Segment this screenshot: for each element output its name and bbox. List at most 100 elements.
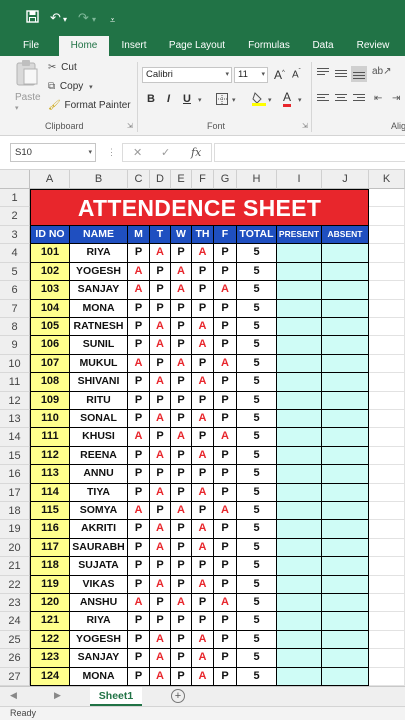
align-center-icon[interactable] [335, 94, 347, 104]
format-painter-row[interactable]: 🖌 Format Painter [48, 100, 131, 111]
attendance-cell[interactable]: P [171, 465, 192, 484]
attendance-cell[interactable]: P [214, 262, 237, 282]
absent-cell[interactable] [322, 336, 369, 355]
redo-dropdown-icon[interactable]: ▾ [92, 12, 96, 28]
attendance-cell[interactable]: P [214, 446, 237, 466]
row-header[interactable]: 9 [0, 336, 30, 355]
row-header[interactable]: 14 [0, 428, 30, 447]
row-header[interactable]: 17 [0, 483, 30, 502]
select-all-corner[interactable] [0, 170, 30, 189]
column-header-f[interactable]: F [192, 170, 214, 189]
attendance-cell[interactable]: A [214, 594, 237, 613]
attendance-cell[interactable]: A [150, 318, 171, 337]
grid-cell[interactable] [369, 557, 405, 576]
total-cell[interactable]: 5 [237, 428, 277, 447]
total-cell[interactable]: 5 [237, 262, 277, 282]
id-cell[interactable]: 105 [30, 318, 70, 337]
font-color-icon[interactable]: A [283, 91, 292, 107]
grid-cell[interactable] [369, 520, 405, 539]
tab-review[interactable]: Review [352, 36, 394, 56]
font-size-select[interactable]: 11 ▾ [234, 67, 268, 83]
name-cell[interactable]: SANJAY [70, 281, 128, 300]
present-cell[interactable] [277, 575, 322, 594]
column-header-d[interactable]: D [150, 170, 171, 189]
attendance-cell[interactable]: P [214, 244, 237, 263]
row-header[interactable]: 22 [0, 575, 30, 594]
grid-cell[interactable] [369, 299, 405, 318]
sheet-title[interactable]: ATTENDENCE SHEET [30, 189, 369, 226]
grid-cell[interactable] [369, 446, 405, 466]
attendance-cell[interactable]: P [128, 667, 150, 686]
attendance-cell[interactable]: P [150, 281, 171, 300]
italic-button[interactable]: I [167, 93, 170, 105]
grid-cell[interactable] [369, 483, 405, 502]
attendance-cell[interactable]: P [214, 318, 237, 337]
attendance-cell[interactable]: P [171, 575, 192, 594]
grid-cell[interactable] [369, 281, 405, 300]
attendance-cell[interactable]: P [214, 575, 237, 594]
attendance-cell[interactable]: P [171, 483, 192, 502]
more-options-icon[interactable]: ⋮ [107, 147, 116, 158]
column-header-e[interactable]: E [171, 170, 192, 189]
attendance-cell[interactable]: P [192, 281, 214, 300]
attendance-cell[interactable]: P [214, 410, 237, 429]
id-cell[interactable]: 103 [30, 281, 70, 300]
attendance-cell[interactable]: A [192, 520, 214, 539]
grid-cell[interactable] [369, 465, 405, 484]
absent-cell[interactable] [322, 428, 369, 447]
row-header[interactable]: 23 [0, 594, 30, 613]
copy-row[interactable]: ⧉ Copy ▾ [48, 81, 93, 92]
absent-cell[interactable] [322, 244, 369, 263]
attendance-cell[interactable]: P [150, 299, 171, 318]
attendance-cell[interactable]: A [150, 538, 171, 558]
attendance-cell[interactable]: A [171, 281, 192, 300]
attendance-cell[interactable]: A [214, 354, 237, 374]
total-cell[interactable]: 5 [237, 557, 277, 576]
attendance-cell[interactable]: P [192, 502, 214, 521]
attendance-cell[interactable]: P [128, 318, 150, 337]
attendance-cell[interactable]: P [171, 557, 192, 576]
grid-cell[interactable] [369, 336, 405, 355]
id-cell[interactable]: 122 [30, 630, 70, 650]
id-cell[interactable]: 111 [30, 428, 70, 447]
column-title-cell[interactable]: T [150, 226, 171, 245]
orientation-icon[interactable]: ab↗ [372, 66, 392, 77]
id-cell[interactable]: 116 [30, 520, 70, 539]
attendance-cell[interactable]: P [171, 612, 192, 631]
attendance-cell[interactable]: P [128, 336, 150, 355]
name-cell[interactable]: SUJATA [70, 557, 128, 576]
present-cell[interactable] [277, 354, 322, 374]
row-header[interactable]: 12 [0, 391, 30, 410]
attendance-cell[interactable]: P [150, 428, 171, 447]
attendance-cell[interactable]: P [128, 410, 150, 429]
row-header[interactable]: 21 [0, 557, 30, 576]
name-cell[interactable]: VIKAS [70, 575, 128, 594]
absent-cell[interactable] [322, 630, 369, 650]
attendance-cell[interactable]: P [214, 612, 237, 631]
attendance-cell[interactable]: P [150, 502, 171, 521]
present-cell[interactable] [277, 281, 322, 300]
name-cell[interactable]: ANSHU [70, 594, 128, 613]
attendance-cell[interactable]: A [214, 502, 237, 521]
attendance-cell[interactable]: A [192, 446, 214, 466]
attendance-cell[interactable]: A [192, 244, 214, 263]
total-cell[interactable]: 5 [237, 612, 277, 631]
present-cell[interactable] [277, 446, 322, 466]
redo-icon[interactable]: ↷ [78, 10, 89, 26]
row-header[interactable]: 26 [0, 649, 30, 668]
absent-cell[interactable] [322, 318, 369, 337]
grid-cell[interactable] [369, 354, 405, 374]
name-cell[interactable]: ANNU [70, 465, 128, 484]
total-cell[interactable]: 5 [237, 373, 277, 392]
present-cell[interactable] [277, 336, 322, 355]
attendance-cell[interactable]: P [171, 244, 192, 263]
total-cell[interactable]: 5 [237, 410, 277, 429]
attendance-cell[interactable]: P [192, 299, 214, 318]
attendance-cell[interactable]: A [150, 575, 171, 594]
absent-cell[interactable] [322, 502, 369, 521]
attendance-cell[interactable]: P [128, 612, 150, 631]
total-cell[interactable]: 5 [237, 391, 277, 410]
attendance-cell[interactable]: P [171, 336, 192, 355]
tab-insert[interactable]: Insert [114, 36, 154, 56]
absent-cell[interactable] [322, 594, 369, 613]
